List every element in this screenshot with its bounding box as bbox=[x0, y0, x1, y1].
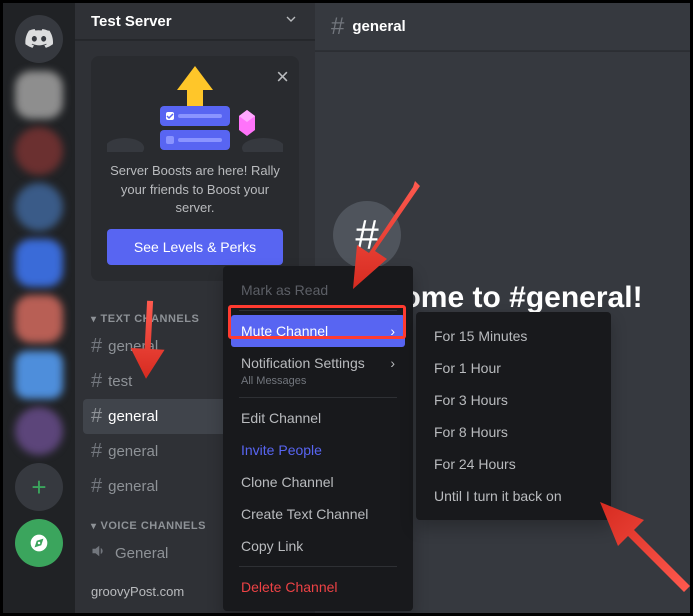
chevron-down-icon: ▾ bbox=[91, 521, 97, 532]
menu-divider bbox=[239, 310, 397, 311]
ctx-notification-sub: All Messages bbox=[231, 375, 405, 393]
menu-divider bbox=[239, 566, 397, 567]
chevron-down-icon: ▾ bbox=[91, 314, 97, 325]
hash-icon: # bbox=[331, 13, 344, 41]
channel-name: test bbox=[108, 373, 132, 390]
ctx-mark-as-read[interactable]: Mark as Read bbox=[231, 274, 405, 306]
discord-home-icon[interactable] bbox=[15, 15, 63, 63]
channel-header: # general bbox=[315, 3, 690, 51]
server-icon[interactable] bbox=[15, 295, 63, 343]
add-server-button[interactable]: + bbox=[15, 463, 63, 511]
server-icon[interactable] bbox=[15, 183, 63, 231]
boost-card: × Server Boosts are here! Rally your fri… bbox=[91, 56, 299, 281]
chevron-right-icon: › bbox=[390, 355, 395, 371]
mute-3-hours[interactable]: For 3 Hours bbox=[424, 384, 603, 416]
mute-8-hours[interactable]: For 8 Hours bbox=[424, 416, 603, 448]
mute-duration-submenu: For 15 Minutes For 1 Hour For 3 Hours Fo… bbox=[416, 312, 611, 520]
channel-name: general bbox=[108, 408, 158, 425]
menu-divider bbox=[239, 397, 397, 398]
speaker-icon bbox=[91, 542, 109, 564]
channel-header-name: general bbox=[352, 18, 405, 35]
ctx-create-text-channel[interactable]: Create Text Channel bbox=[231, 498, 405, 530]
ctx-delete-channel[interactable]: Delete Channel bbox=[231, 571, 405, 603]
mute-24-hours[interactable]: For 24 Hours bbox=[424, 448, 603, 480]
ctx-copy-link[interactable]: Copy Link bbox=[231, 530, 405, 562]
welcome-hash-icon: # bbox=[333, 201, 401, 269]
server-icon[interactable] bbox=[15, 239, 63, 287]
server-icon[interactable] bbox=[15, 407, 63, 455]
hash-icon: # bbox=[91, 440, 102, 463]
ctx-edit-channel[interactable]: Edit Channel bbox=[231, 402, 405, 434]
voice-channel-name: General bbox=[115, 545, 168, 562]
mute-1-hour[interactable]: For 1 Hour bbox=[424, 352, 603, 384]
mute-15-min[interactable]: For 15 Minutes bbox=[424, 320, 603, 352]
server-icon[interactable] bbox=[15, 351, 63, 399]
ctx-mute-channel[interactable]: Mute Channel › bbox=[231, 315, 405, 347]
chevron-down-icon bbox=[283, 11, 299, 32]
server-list: + bbox=[3, 3, 75, 613]
server-icon[interactable] bbox=[15, 71, 63, 119]
ctx-invite-people[interactable]: Invite People bbox=[231, 434, 405, 466]
explore-servers-button[interactable] bbox=[15, 519, 63, 567]
server-name: Test Server bbox=[91, 13, 172, 30]
channel-name: general bbox=[108, 338, 158, 355]
hash-icon: # bbox=[91, 370, 102, 393]
boost-button[interactable]: See Levels & Perks bbox=[107, 229, 283, 265]
hash-icon: # bbox=[91, 405, 102, 428]
boost-text: Server Boosts are here! Rally your frien… bbox=[107, 162, 283, 217]
chevron-right-icon: › bbox=[390, 323, 395, 339]
ctx-clone-channel[interactable]: Clone Channel bbox=[231, 466, 405, 498]
boost-illustration bbox=[107, 72, 283, 152]
hash-icon: # bbox=[91, 335, 102, 358]
server-icon[interactable] bbox=[15, 127, 63, 175]
channel-context-menu: Mark as Read Mute Channel › Notification… bbox=[223, 266, 413, 611]
hash-icon: # bbox=[91, 475, 102, 498]
channel-name: general bbox=[108, 443, 158, 460]
mute-until-off[interactable]: Until I turn it back on bbox=[424, 480, 603, 512]
server-header[interactable]: Test Server bbox=[75, 3, 315, 40]
channel-name: general bbox=[108, 478, 158, 495]
